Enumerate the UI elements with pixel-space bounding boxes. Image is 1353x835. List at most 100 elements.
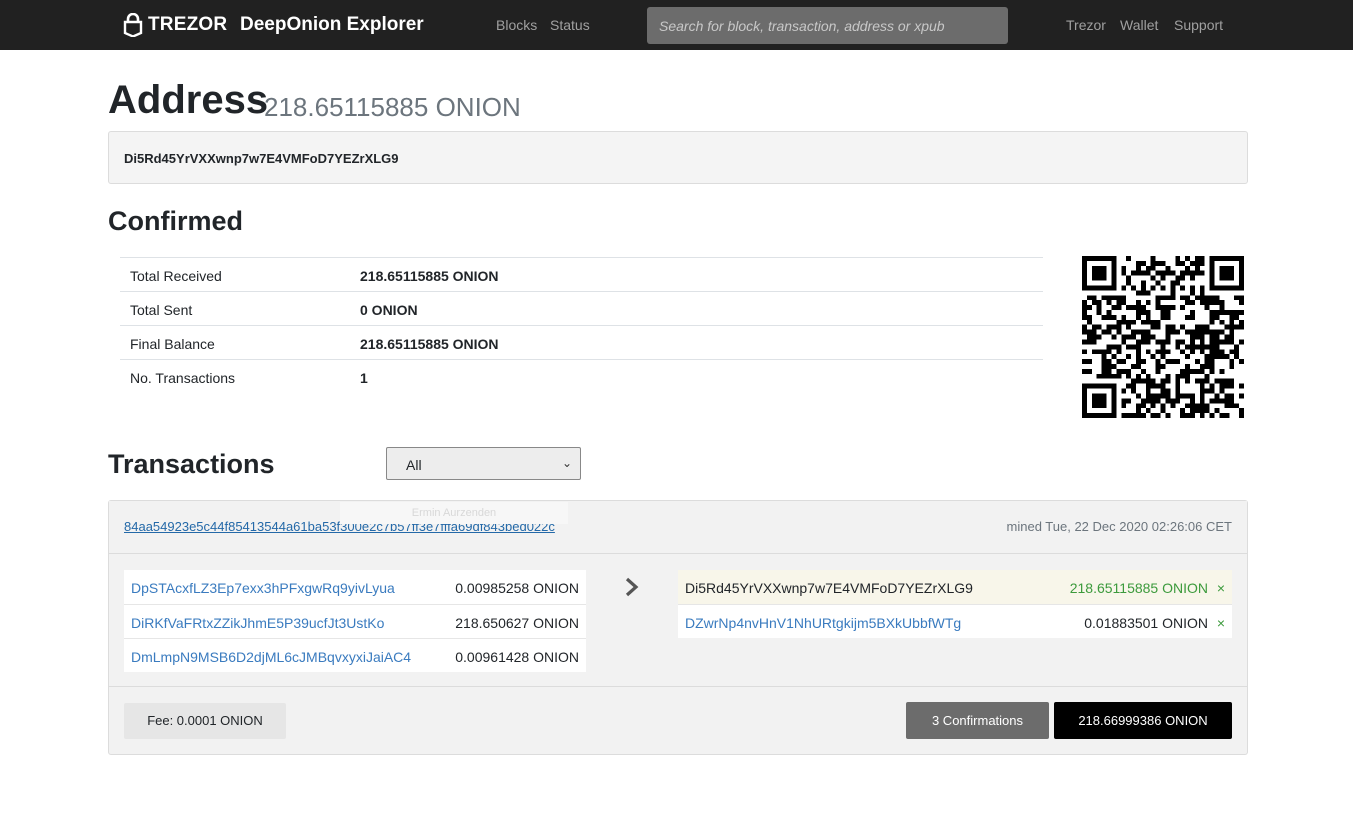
qr-module (1214, 300, 1220, 306)
qr-module (1180, 339, 1186, 345)
qr-module (1101, 314, 1107, 320)
qr-module (1131, 329, 1136, 335)
qr-module (1082, 265, 1087, 271)
qr-module (1234, 403, 1240, 409)
output-row: Di5Rd45YrVXXwnp7w7E4VMFoD7YEZrXLG9 218.6… (678, 570, 1232, 604)
qr-module (1194, 359, 1200, 364)
qr-module (1229, 270, 1235, 276)
qr-module (1219, 398, 1225, 404)
input-address-link[interactable]: DiRKfVaFRtxZZikJhmE5P39ucfJt3UstKo (131, 615, 384, 631)
qr-module (1175, 275, 1181, 281)
qr-module (1155, 319, 1161, 325)
qr-module (1136, 359, 1141, 364)
qr-module (1180, 295, 1186, 301)
qr-module (1096, 265, 1102, 271)
qr-module (1145, 265, 1151, 271)
spent-status-icon[interactable]: × (1217, 580, 1225, 596)
input-address-link[interactable]: DmLmpN9MSB6D2djML6cJMBqvxyxiJaiAC4 (131, 649, 411, 665)
qr-module (1106, 368, 1112, 374)
qr-module (1096, 270, 1102, 276)
qr-module (1155, 305, 1161, 310)
nav-status[interactable]: Status (550, 17, 590, 33)
qr-module (1199, 388, 1205, 394)
qr-module (1160, 364, 1166, 369)
qr-module (1224, 256, 1230, 261)
qr-module (1234, 256, 1240, 261)
nav-wallet[interactable]: Wallet (1120, 17, 1158, 33)
qr-module (1209, 256, 1215, 261)
qr-module (1165, 334, 1171, 340)
qr-module (1096, 310, 1102, 315)
nav-trezor[interactable]: Trezor (1066, 17, 1106, 33)
nav-blocks[interactable]: Blocks (496, 17, 537, 33)
output-address: Di5Rd45YrVXXwnp7w7E4VMFoD7YEZrXLG9 (685, 580, 973, 596)
qr-module (1145, 334, 1151, 340)
nav-support[interactable]: Support (1174, 17, 1223, 33)
qr-module (1116, 359, 1122, 364)
transaction-filter-select[interactable]: All ⌄ (386, 447, 581, 480)
qr-module (1194, 295, 1200, 301)
qr-module (1234, 314, 1240, 320)
qr-module (1121, 265, 1127, 271)
qr-module (1190, 393, 1195, 399)
site-title[interactable]: DeepOnion Explorer (240, 14, 424, 36)
spent-status-icon[interactable]: × (1217, 615, 1225, 631)
qr-module (1239, 280, 1244, 286)
qr-module (1121, 334, 1127, 340)
qr-module (1091, 393, 1097, 399)
qr-module (1111, 280, 1117, 286)
output-address-link[interactable]: DZwrNp4nvHnV1NhURtgkijm5BXkUbbfWTg (685, 615, 961, 631)
input-address-link[interactable]: DpSTAcxfLZ3Ep7exx3hPFxgwRq9yivLyua (131, 580, 395, 596)
qr-module (1111, 295, 1117, 301)
qr-module (1155, 398, 1161, 404)
qr-module (1190, 344, 1195, 350)
qr-module (1229, 349, 1235, 355)
search-input[interactable] (647, 7, 1008, 44)
qr-module (1165, 339, 1171, 345)
qr-module (1111, 388, 1117, 394)
output-amount: 218.65115885 ONION (1069, 580, 1208, 596)
qr-module (1111, 256, 1117, 261)
qr-module (1199, 398, 1205, 404)
input-row: DmLmpN9MSB6D2djML6cJMBqvxyxiJaiAC4 0.009… (124, 638, 586, 672)
qr-module (1111, 260, 1117, 266)
qr-module (1234, 349, 1240, 355)
qr-module (1086, 256, 1092, 261)
trezor-logo[interactable]: TREZOR (123, 12, 227, 38)
qr-module (1170, 359, 1176, 364)
qr-module (1239, 413, 1244, 418)
qr-module (1126, 383, 1132, 389)
qr-module (1175, 388, 1181, 394)
address-balance: 218.65115885 ONION (264, 92, 521, 122)
qr-module (1082, 285, 1087, 291)
qr-module (1229, 359, 1235, 364)
qr-module (1199, 260, 1205, 266)
table-row: Total Sent 0 ONION (120, 291, 1043, 325)
qr-module (1190, 398, 1195, 404)
qr-module (1175, 329, 1181, 335)
qr-module (1190, 403, 1195, 409)
qr-module (1150, 256, 1156, 261)
qr-module (1155, 339, 1161, 345)
qr-module (1096, 403, 1102, 409)
qr-module (1086, 319, 1092, 325)
lock-icon (123, 13, 143, 37)
qr-module (1194, 403, 1200, 409)
qr-module (1190, 339, 1195, 345)
qr-module (1165, 314, 1171, 320)
qr-module (1106, 373, 1112, 379)
qr-module (1194, 260, 1200, 266)
qr-module (1229, 275, 1235, 281)
qr-module (1165, 329, 1171, 335)
qr-module (1199, 329, 1205, 335)
row-label: No. Transactions (130, 370, 236, 386)
row-label: Total Sent (130, 302, 193, 318)
qr-module (1204, 344, 1210, 350)
qr-code (1082, 256, 1244, 418)
qr-module (1175, 280, 1181, 286)
qr-module (1096, 373, 1102, 379)
qr-module (1219, 300, 1225, 306)
input-row: DpSTAcxfLZ3Ep7exx3hPFxgwRq9yivLyua 0.009… (124, 570, 586, 604)
qr-module (1131, 344, 1136, 350)
qr-module (1145, 310, 1151, 315)
